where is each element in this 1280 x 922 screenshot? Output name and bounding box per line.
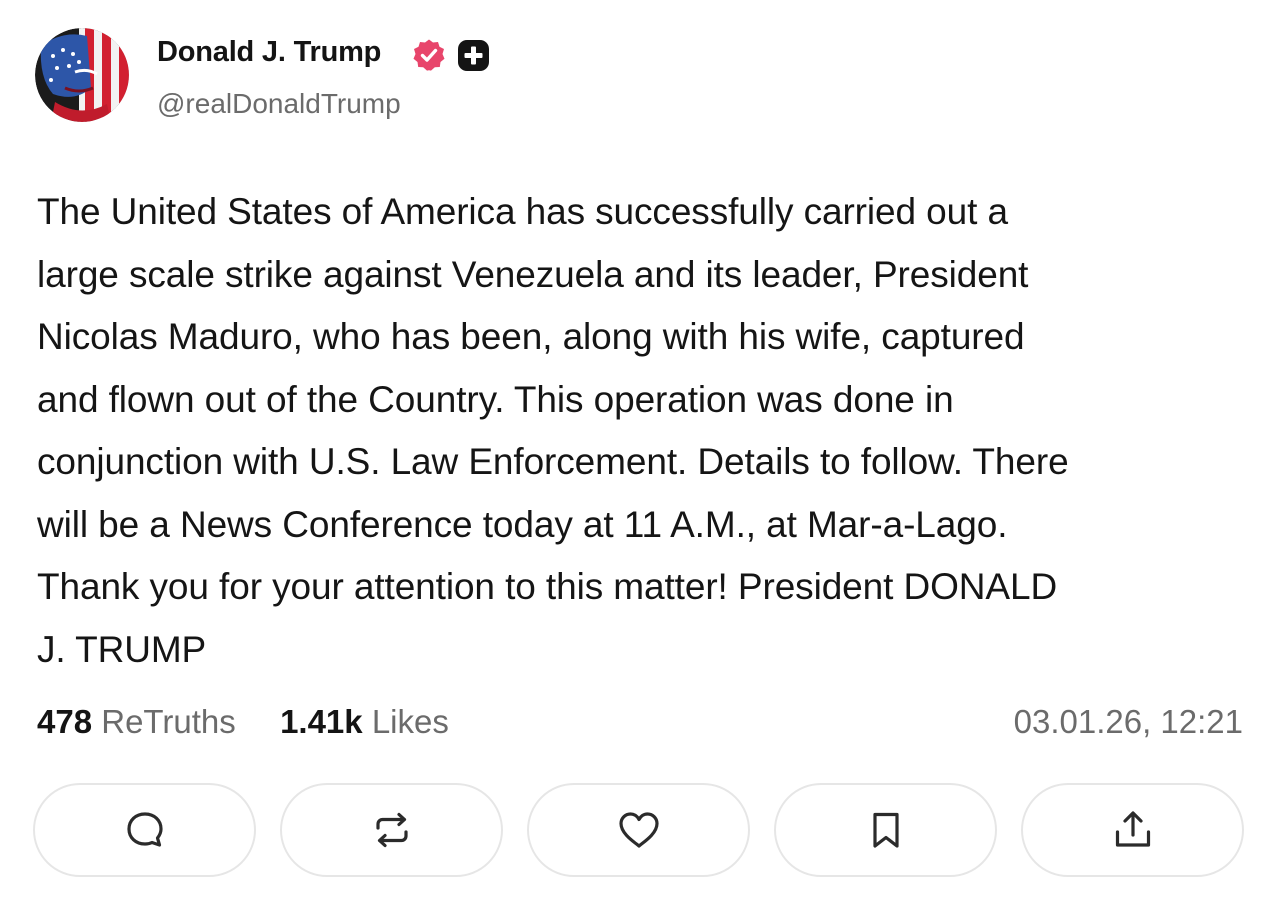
author-avatar[interactable] (35, 28, 129, 122)
heart-icon (618, 812, 659, 848)
author-handle[interactable]: @realDonaldTrump (157, 88, 401, 120)
likes-stat[interactable]: 1.41k Likes (271, 703, 449, 740)
reply-button[interactable] (33, 783, 256, 877)
bookmark-button[interactable] (774, 783, 997, 877)
comment-icon (126, 812, 163, 847)
repost-icon (375, 812, 408, 848)
bookmark-icon (872, 812, 899, 848)
author-name[interactable]: Donald J. Trump (157, 36, 381, 69)
retruths-label: ReTruths (101, 703, 236, 740)
likes-count: 1.41k (280, 703, 363, 740)
like-button[interactable] (527, 783, 750, 877)
retruth-button[interactable] (280, 783, 503, 877)
post-timestamp[interactable]: 03.01.26, 12:21 (1014, 703, 1243, 741)
post-stats: 478 ReTruths 1.41k Likes (37, 703, 449, 741)
share-icon (1115, 811, 1150, 847)
likes-label: Likes (371, 703, 449, 740)
post-body: The United States of America has success… (37, 191, 1069, 670)
share-button[interactable] (1021, 783, 1244, 877)
retruths-count: 478 (37, 703, 93, 740)
avatar-flag-portrait (35, 28, 129, 122)
plus-badge-icon (458, 40, 489, 71)
retruths-stat[interactable]: 478 ReTruths (37, 703, 245, 740)
action-bar (33, 783, 1247, 879)
verified-icon (413, 39, 445, 71)
